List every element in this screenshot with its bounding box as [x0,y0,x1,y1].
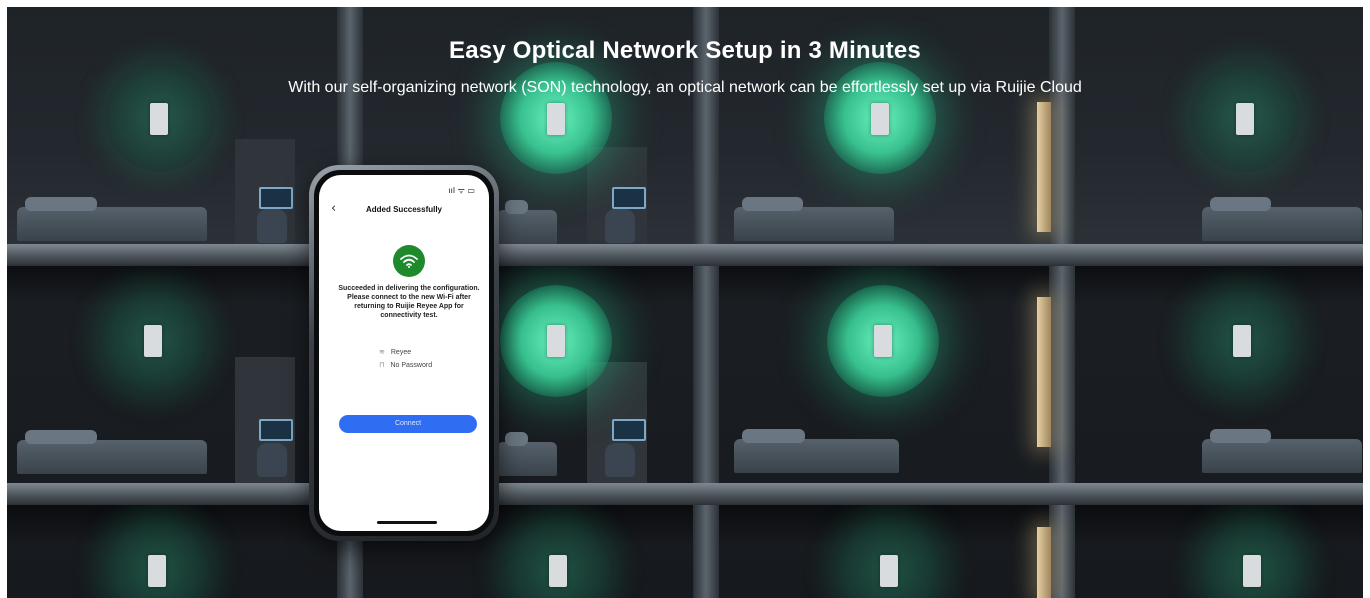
ceiling-shade [7,505,1363,545]
bed [497,200,557,244]
monitor [612,419,646,441]
access-point-device [547,325,565,357]
floor-slab [7,244,1363,266]
bed [1202,197,1362,241]
wifi-icon-glyph [400,254,418,268]
bed [734,197,894,241]
door-light [1037,102,1051,232]
access-point-device [1243,555,1261,587]
screen-title: Added Successfully [365,205,443,214]
phone-mockup: ııl ᯤ ▭ ‹ Added Successfully Succeeded i… [309,165,499,541]
access-point-device [1233,325,1251,357]
wifi-small-icon: ≋ [379,348,385,356]
network-name: Reyee [390,348,412,356]
chair [257,443,287,477]
floor-slab [7,483,1363,505]
network-name-row: ≋ Reyee [379,348,411,356]
banner-subtitle: With our self-organizing network (SON) t… [288,79,1082,96]
access-point-device [549,555,567,587]
bed [1202,429,1362,473]
monitor [612,187,646,209]
access-point-device [1236,103,1254,135]
access-point-device [871,103,889,135]
access-point-device [148,555,166,587]
chair [257,209,287,243]
monitor [259,187,293,209]
door-light [1037,297,1051,447]
lock-icon: ⊓ [379,361,385,369]
door-light [1037,527,1051,598]
bed [497,432,557,476]
status-bar-icons: ııl ᯤ ▭ [448,186,475,195]
access-point-device [874,325,892,357]
monitor [259,419,293,441]
access-point-device [880,555,898,587]
access-point-device [547,103,565,135]
access-point-device [150,103,168,135]
home-indicator [377,521,437,524]
success-message: Succeeded in delivering the configuratio… [338,285,480,319]
phone-screen: ııl ᯤ ▭ ‹ Added Successfully Succeeded i… [319,175,489,531]
chair [605,443,635,477]
connect-button[interactable]: Connect [339,415,477,433]
password-status: No Password [390,361,433,369]
ceiling-shade [7,266,1363,306]
bed [17,430,207,474]
banner-title: Easy Optical Network Setup in 3 Minutes [449,37,921,64]
hero-banner: Easy Optical Network Setup in 3 Minutes … [7,7,1363,598]
phone-bezel: ııl ᯤ ▭ ‹ Added Successfully Succeeded i… [314,170,494,536]
password-row: ⊓ No Password [379,361,432,369]
bed [734,429,899,473]
chair [605,209,635,243]
wifi-icon [393,245,425,277]
bed [17,197,207,241]
access-point-device [144,325,162,357]
